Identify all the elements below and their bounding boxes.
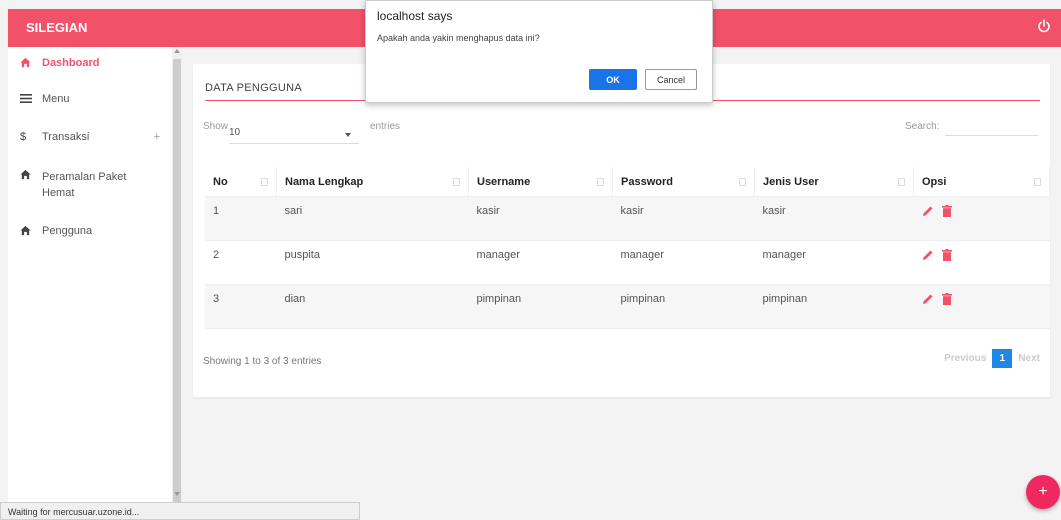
next-button[interactable]: Next — [1018, 353, 1040, 364]
data-pengguna-card: DATA PENGGUNA Show 10 entries Search: No… — [193, 64, 1050, 397]
cell-nama: puspita — [276, 240, 469, 285]
col-header-label: Nama Lengkap — [285, 175, 364, 188]
sidebar-item-label: Menu — [42, 93, 70, 105]
col-header-opsi[interactable]: Opsi — [913, 167, 1050, 197]
sidebar-item-label: Dashboard — [42, 57, 100, 69]
home-icon — [20, 57, 34, 72]
cell-password: kasir — [612, 196, 755, 241]
home-icon — [20, 225, 34, 240]
menu-icon — [20, 93, 34, 108]
table-header-row: No Nama Lengkap Username Password Jenis … — [205, 167, 1050, 197]
table-row: 1 sari kasir kasir kasir — [205, 196, 1050, 241]
cell-nama: dian — [276, 284, 469, 329]
cell-opsi — [913, 284, 1050, 329]
cell-jenis-user: manager — [754, 240, 914, 285]
power-icon[interactable] — [1035, 17, 1053, 35]
sidebar-item-dashboard[interactable]: Dashboard — [8, 47, 172, 83]
cell-opsi — [913, 240, 1050, 285]
sidebar-scrollbar[interactable] — [172, 47, 182, 520]
sidebar: Dashboard Menu $ Transaksi + Peramalan P… — [8, 47, 173, 520]
sort-icon — [453, 178, 460, 186]
card-title: DATA PENGGUNA — [205, 82, 303, 94]
scroll-thumb[interactable] — [173, 59, 181, 505]
sort-icon — [1034, 178, 1041, 186]
home-icon — [20, 169, 34, 184]
dollar-icon: $ — [20, 131, 27, 143]
cell-password: pimpinan — [612, 284, 755, 329]
sidebar-item-label: Transaksi — [42, 131, 90, 143]
sort-icon — [597, 178, 604, 186]
cell-jenis-user: kasir — [754, 196, 914, 241]
caret-down-icon — [345, 133, 351, 137]
ok-button[interactable]: OK — [589, 69, 637, 90]
sort-icon — [898, 178, 905, 186]
show-label: Show — [203, 121, 229, 132]
col-header-label: No — [213, 175, 228, 188]
edit-icon[interactable] — [922, 205, 934, 220]
confirm-dialog: localhost says Apakah anda yakin menghap… — [365, 0, 713, 103]
sort-icon — [261, 178, 268, 186]
cell-username: manager — [468, 240, 613, 285]
trash-icon[interactable] — [941, 293, 952, 308]
cell-jenis-user: pimpinan — [754, 284, 914, 329]
sidebar-item-label: Pengguna — [42, 225, 93, 237]
brand-title: SILEGIAN — [26, 20, 88, 35]
expand-icon[interactable]: + — [154, 131, 160, 143]
cell-nama: sari — [276, 196, 469, 241]
cell-no: 2 — [205, 240, 277, 285]
search-input[interactable] — [945, 119, 1038, 136]
cell-username: kasir — [468, 196, 613, 241]
trash-icon[interactable] — [941, 249, 952, 264]
scroll-down-arrow[interactable] — [174, 492, 180, 496]
browser-status-bar: Waiting for mercusuar.uzone.id... — [0, 502, 360, 520]
add-fab-button[interactable]: + — [1026, 475, 1060, 509]
col-header-nama[interactable]: Nama Lengkap — [276, 167, 469, 197]
cell-password: manager — [612, 240, 755, 285]
cell-no: 1 — [205, 196, 277, 241]
cell-opsi — [913, 196, 1050, 241]
sidebar-item-label: Peramalan Paket Hemat — [42, 171, 127, 199]
dialog-message: Apakah anda yakin menghapus data ini? — [377, 33, 540, 43]
col-header-label: Opsi — [922, 175, 947, 188]
col-header-label: Jenis User — [763, 175, 819, 188]
sidebar-item-peramalan[interactable]: Peramalan Paket Hemat — [8, 159, 172, 215]
sort-icon — [739, 178, 746, 186]
cell-username: pimpinan — [468, 284, 613, 329]
cell-no: 3 — [205, 284, 277, 329]
sidebar-item-transaksi[interactable]: $ Transaksi + — [8, 119, 172, 159]
showing-info: Showing 1 to 3 of 3 entries — [203, 356, 322, 367]
pagination: Previous 1 Next — [944, 349, 1040, 368]
edit-icon[interactable] — [922, 249, 934, 264]
entries-select[interactable]: 10 — [229, 127, 359, 144]
col-header-username[interactable]: Username — [468, 167, 613, 197]
entries-label: entries — [370, 121, 401, 132]
col-header-jenis-user[interactable]: Jenis User — [754, 167, 914, 197]
cancel-button[interactable]: Cancel — [645, 69, 697, 90]
scroll-up-arrow[interactable] — [174, 49, 180, 53]
col-header-no[interactable]: No — [205, 167, 277, 197]
col-header-password[interactable]: Password — [612, 167, 755, 197]
table-row: 3 dian pimpinan pimpinan pimpinan — [205, 284, 1050, 329]
col-header-label: Username — [477, 175, 531, 188]
sidebar-item-pengguna[interactable]: Pengguna — [8, 215, 172, 251]
col-header-label: Password — [621, 175, 673, 188]
search-label: Search: — [905, 121, 940, 132]
dialog-title: localhost says — [377, 9, 453, 23]
page-button-current[interactable]: 1 — [992, 349, 1013, 368]
edit-icon[interactable] — [922, 293, 934, 308]
previous-button[interactable]: Previous — [944, 353, 986, 364]
sidebar-item-menu[interactable]: Menu — [8, 83, 172, 119]
table-row: 2 puspita manager manager manager — [205, 240, 1050, 285]
entries-select-value: 10 — [229, 127, 241, 138]
trash-icon[interactable] — [941, 205, 952, 220]
users-table: No Nama Lengkap Username Password Jenis … — [205, 167, 1050, 329]
